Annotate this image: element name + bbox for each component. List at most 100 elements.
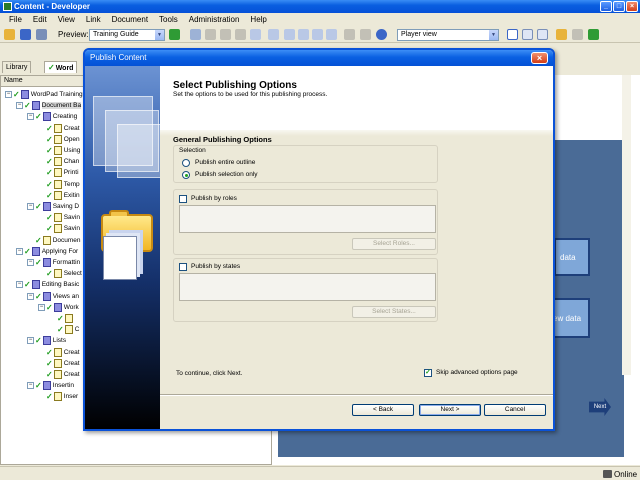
outline-icon[interactable] — [268, 29, 279, 40]
cut-icon[interactable] — [205, 29, 216, 40]
tree-item[interactable]: − ✓ Editing Basic — [16, 279, 79, 290]
publish-by-states-checkbox[interactable] — [179, 263, 187, 271]
radio-entire-outline[interactable] — [182, 159, 190, 167]
expand-toggle-icon[interactable]: − — [27, 113, 34, 121]
copy-icon[interactable] — [220, 29, 231, 40]
go-icon[interactable] — [169, 29, 180, 40]
expand-toggle-icon[interactable]: − — [16, 247, 23, 255]
tree-item[interactable]: ✓ Documen — [27, 235, 81, 246]
tab-library[interactable]: Library — [2, 61, 32, 73]
tree-item[interactable]: ✓ C — [49, 324, 79, 335]
tree-item[interactable]: ✓ Chan — [38, 156, 79, 167]
zoom-out-icon[interactable] — [312, 29, 323, 40]
tree-item[interactable]: − ✓ Formattin — [27, 257, 80, 268]
tree-item[interactable]: ✓ — [49, 313, 75, 324]
favorites-icon[interactable] — [360, 29, 371, 40]
check-icon: ✓ — [35, 202, 42, 211]
preview-select[interactable]: Training Guide ▼ — [89, 29, 165, 41]
menu-edit[interactable]: Edit — [28, 15, 53, 24]
tree-item[interactable]: ✓ Select — [38, 268, 82, 279]
tree-item[interactable]: ✓ Exitin — [38, 190, 80, 201]
tree-item[interactable]: ✓ Temp — [38, 179, 80, 190]
expand-toggle-icon[interactable]: − — [27, 203, 34, 210]
menu-view[interactable]: View — [53, 15, 81, 24]
tree-item[interactable]: − ✓ Insertin — [27, 380, 74, 391]
expand-toggle-icon[interactable]: − — [27, 382, 34, 390]
tree-item[interactable]: − ✓ WordPad Training — [5, 89, 83, 100]
page-icon — [53, 123, 62, 133]
tree-item[interactable]: ✓ Open — [38, 134, 80, 145]
states-list[interactable] — [179, 273, 436, 301]
tree-item[interactable]: ✓ Inser — [38, 391, 78, 402]
tree-item[interactable]: − ✓ Applying For — [16, 246, 78, 257]
chevron-down-icon[interactable]: ▼ — [155, 30, 164, 40]
next-button[interactable]: Next > — [419, 404, 481, 416]
expand-toggle-icon[interactable]: − — [5, 91, 12, 98]
cancel-button[interactable]: Cancel — [484, 404, 546, 416]
maximize-button[interactable]: □ — [613, 1, 625, 12]
expand-toggle-icon[interactable]: − — [16, 102, 23, 110]
save-icon[interactable] — [20, 29, 31, 40]
tree-item[interactable]: − ✓ Lists — [27, 335, 66, 346]
page-icon — [53, 157, 62, 167]
tree-item[interactable]: − ✓ Work — [38, 302, 79, 313]
delete-icon[interactable] — [235, 29, 246, 40]
open-icon[interactable] — [4, 29, 15, 40]
expand-toggle-icon[interactable]: − — [16, 281, 23, 289]
tree-item[interactable]: − ✓ Saving D — [27, 201, 79, 212]
split-view-icon[interactable] — [522, 29, 533, 40]
expand-toggle-icon[interactable]: − — [27, 292, 34, 300]
tree-item[interactable]: ✓ Savin — [38, 212, 80, 223]
publish-by-roles-checkbox[interactable] — [179, 195, 187, 203]
back-button[interactable]: < Back — [352, 404, 414, 416]
wizard-subheading: Set the options to be used for this publ… — [173, 91, 328, 98]
print-icon[interactable] — [36, 29, 47, 40]
refresh-icon[interactable] — [588, 29, 599, 40]
properties-icon[interactable] — [572, 29, 583, 40]
check-icon: ✓ — [24, 280, 31, 290]
tree-item[interactable]: ✓ Savin — [38, 223, 80, 234]
tree-item[interactable]: ✓ Creat — [38, 123, 80, 134]
tree-item[interactable]: ✓ Printi — [38, 167, 79, 178]
tree-item[interactable]: ✓ Creat — [38, 347, 80, 358]
vertical-scrollbar[interactable] — [622, 75, 631, 375]
menu-link[interactable]: Link — [81, 15, 107, 24]
skip-advanced-checkbox[interactable]: ✓ — [424, 369, 432, 377]
find-icon[interactable] — [250, 29, 261, 40]
minimize-button[interactable]: _ — [600, 1, 612, 12]
publish-icon[interactable] — [556, 29, 567, 40]
help-icon[interactable] — [376, 29, 387, 40]
collapse-icon[interactable] — [284, 29, 295, 40]
menu-help[interactable]: Help — [245, 15, 272, 24]
tree-item[interactable]: − ✓ Document Ba — [16, 100, 82, 111]
radio-selection-only[interactable] — [182, 171, 190, 179]
spell-check-icon[interactable] — [344, 29, 355, 40]
menu-file[interactable]: File — [4, 15, 28, 24]
tree-item[interactable]: ✓ Using — [38, 145, 80, 156]
columns-icon[interactable] — [537, 29, 548, 40]
roles-list[interactable] — [179, 205, 436, 233]
dialog-close-button[interactable]: × — [531, 52, 548, 64]
tab-word[interactable]: ✓Word — [44, 61, 78, 73]
zoom-in-icon[interactable] — [326, 29, 337, 40]
select-states-button[interactable]: Select States... — [352, 306, 436, 318]
select-roles-button[interactable]: Select Roles... — [352, 238, 436, 250]
chevron-down-icon[interactable]: ▼ — [489, 30, 498, 40]
tree-item[interactable]: ✓ Creat — [38, 369, 80, 380]
tree-item-label: Formattin — [52, 259, 81, 266]
expand-toggle-icon[interactable]: − — [27, 337, 34, 345]
expand-icon[interactable] — [298, 29, 309, 40]
tree-item[interactable]: − ✓ Creating — [27, 111, 77, 122]
link-icon[interactable] — [190, 29, 201, 40]
expand-toggle-icon[interactable]: − — [38, 303, 45, 311]
layout-icon[interactable] — [507, 29, 518, 40]
tree-item[interactable]: − ✓ Views an — [27, 291, 79, 302]
menu-administration[interactable]: Administration — [184, 15, 246, 24]
expand-toggle-icon[interactable]: − — [27, 259, 34, 266]
view-select[interactable]: Player view ▼ — [397, 29, 499, 41]
menu-document[interactable]: Document — [107, 15, 154, 24]
tree-item[interactable]: ✓ Creat — [38, 358, 80, 369]
states-group: Publish by states Select States... — [173, 258, 438, 322]
close-button[interactable]: × — [626, 1, 638, 12]
menu-tools[interactable]: Tools — [154, 15, 184, 24]
